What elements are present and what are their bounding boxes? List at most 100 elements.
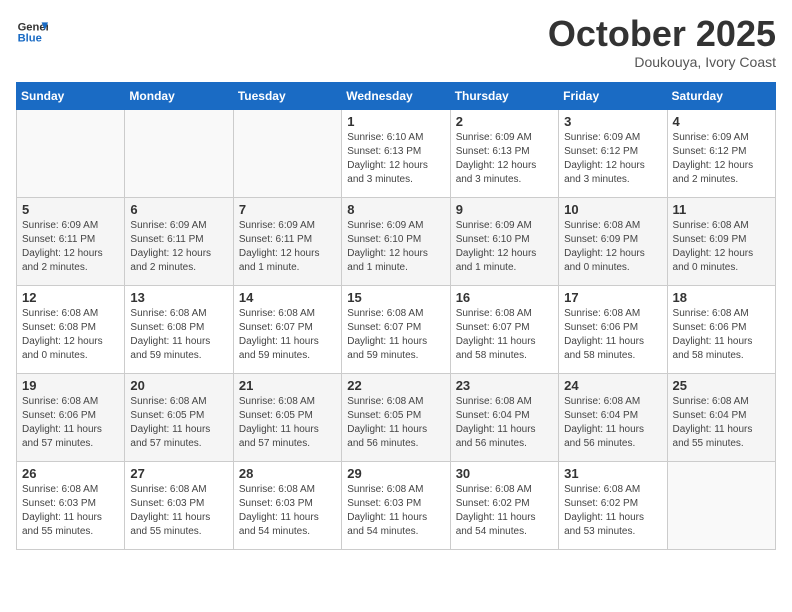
calendar-day-cell: 31Sunrise: 6:08 AM Sunset: 6:02 PM Dayli… xyxy=(559,462,667,550)
day-number: 20 xyxy=(130,378,227,393)
weekday-header-row: SundayMondayTuesdayWednesdayThursdayFrid… xyxy=(17,83,776,110)
day-number: 3 xyxy=(564,114,661,129)
day-number: 6 xyxy=(130,202,227,217)
empty-day-cell xyxy=(17,110,125,198)
calendar-week-row: 1Sunrise: 6:10 AM Sunset: 6:13 PM Daylig… xyxy=(17,110,776,198)
calendar-day-cell: 7Sunrise: 6:09 AM Sunset: 6:11 PM Daylig… xyxy=(233,198,341,286)
calendar-week-row: 26 Sunrise: 6:08 AM Sunset: 6:03 PM Dayli… xyxy=(17,462,776,550)
day-info: Sunrise: 6:08 AM Sunset: 6:06 PM Dayligh… xyxy=(673,307,770,363)
location-subtitle: Doukouya, Ivory Coast xyxy=(548,54,776,70)
weekday-header-sunday: Sunday xyxy=(17,83,125,110)
day-info: Sunrise: 6:09 AM Sunset: 6:13 PM Dayligh… xyxy=(456,131,553,187)
day-number: 27 xyxy=(130,466,227,481)
logo: General Blue xyxy=(16,16,48,48)
day-info: Sunrise: 6:08 AM Sunset: 6:02 PM Dayligh… xyxy=(456,483,553,539)
calendar-day-cell: 13Sunrise: 6:08 AM Sunset: 6:08 PM Dayli… xyxy=(125,286,233,374)
day-info: Sunrise: 6:08 AM Sunset: 6:09 PM Dayligh… xyxy=(673,219,770,275)
day-number: 5 xyxy=(22,202,119,217)
calendar-day-cell: 11 Sunrise: 6:08 AM Sunset: 6:09 PM Dayli… xyxy=(667,198,775,286)
weekday-header-saturday: Saturday xyxy=(667,83,775,110)
calendar-week-row: 19 Sunrise: 6:08 AM Sunset: 6:06 PM Dayli… xyxy=(17,374,776,462)
calendar-day-cell: 2 Sunrise: 6:09 AM Sunset: 6:13 PM Daylig… xyxy=(450,110,558,198)
day-info: Sunrise: 6:08 AM Sunset: 6:03 PM Dayligh… xyxy=(347,483,444,539)
calendar-day-cell: 25 Sunrise: 6:08 AM Sunset: 6:04 PM Dayli… xyxy=(667,374,775,462)
day-number: 1 xyxy=(347,114,444,129)
day-number: 25 xyxy=(673,378,770,393)
day-info: Sunrise: 6:08 AM Sunset: 6:05 PM Dayligh… xyxy=(347,395,444,451)
day-number: 30 xyxy=(456,466,553,481)
calendar-day-cell: 16 Sunrise: 6:08 AM Sunset: 6:07 PM Dayli… xyxy=(450,286,558,374)
weekday-header-friday: Friday xyxy=(559,83,667,110)
calendar-day-cell: 6 Sunrise: 6:09 AM Sunset: 6:11 PM Daylig… xyxy=(125,198,233,286)
day-number: 10 xyxy=(564,202,661,217)
day-info: Sunrise: 6:08 AM Sunset: 6:09 PM Dayligh… xyxy=(564,219,661,275)
calendar-day-cell: 19 Sunrise: 6:08 AM Sunset: 6:06 PM Dayli… xyxy=(17,374,125,462)
day-number: 23 xyxy=(456,378,553,393)
day-info: Sunrise: 6:08 AM Sunset: 6:04 PM Dayligh… xyxy=(564,395,661,451)
calendar-table: SundayMondayTuesdayWednesdayThursdayFrid… xyxy=(16,82,776,550)
empty-day-cell xyxy=(233,110,341,198)
day-info: Sunrise: 6:08 AM Sunset: 6:07 PM Dayligh… xyxy=(456,307,553,363)
calendar-day-cell: 5Sunrise: 6:09 AM Sunset: 6:11 PM Daylig… xyxy=(17,198,125,286)
day-number: 14 xyxy=(239,290,336,305)
calendar-day-cell: 14Sunrise: 6:08 AM Sunset: 6:07 PM Dayli… xyxy=(233,286,341,374)
day-number: 17 xyxy=(564,290,661,305)
month-title: October 2025 xyxy=(548,16,776,52)
day-number: 21 xyxy=(239,378,336,393)
calendar-day-cell: 21 Sunrise: 6:08 AM Sunset: 6:05 PM Dayli… xyxy=(233,374,341,462)
day-number: 11 xyxy=(673,202,770,217)
day-info: Sunrise: 6:09 AM Sunset: 6:10 PM Dayligh… xyxy=(456,219,553,275)
calendar-day-cell: 9Sunrise: 6:09 AM Sunset: 6:10 PM Daylig… xyxy=(450,198,558,286)
day-number: 12 xyxy=(22,290,119,305)
logo-icon: General Blue xyxy=(16,16,48,48)
day-info: Sunrise: 6:08 AM Sunset: 6:04 PM Dayligh… xyxy=(673,395,770,451)
day-number: 28 xyxy=(239,466,336,481)
day-number: 4 xyxy=(673,114,770,129)
day-number: 2 xyxy=(456,114,553,129)
calendar-day-cell: 15 Sunrise: 6:08 AM Sunset: 6:07 PM Dayli… xyxy=(342,286,450,374)
empty-day-cell xyxy=(125,110,233,198)
calendar-day-cell: 1Sunrise: 6:10 AM Sunset: 6:13 PM Daylig… xyxy=(342,110,450,198)
day-number: 8 xyxy=(347,202,444,217)
weekday-header-tuesday: Tuesday xyxy=(233,83,341,110)
day-number: 18 xyxy=(673,290,770,305)
day-number: 26 xyxy=(22,466,119,481)
calendar-week-row: 5 Sunrise: 6:09 AM Sunset: 6:11 PM Daylig… xyxy=(17,198,776,286)
page-header: General Blue October 2025 Doukouya, Ivor… xyxy=(16,16,776,70)
calendar-day-cell: 26 Sunrise: 6:08 AM Sunset: 6:03 PM Dayli… xyxy=(17,462,125,550)
day-number: 19 xyxy=(22,378,119,393)
calendar-day-cell: 3Sunrise: 6:09 AM Sunset: 6:12 PM Daylig… xyxy=(559,110,667,198)
day-info: Sunrise: 6:09 AM Sunset: 6:11 PM Dayligh… xyxy=(239,219,336,275)
calendar-day-cell: 24 Sunrise: 6:08 AM Sunset: 6:04 PM Dayli… xyxy=(559,374,667,462)
day-info: Sunrise: 6:08 AM Sunset: 6:07 PM Dayligh… xyxy=(347,307,444,363)
calendar-week-row: 12 Sunrise: 6:08 AM Sunset: 6:08 PM Dayli… xyxy=(17,286,776,374)
day-number: 13 xyxy=(130,290,227,305)
day-info: Sunrise: 6:08 AM Sunset: 6:06 PM Dayligh… xyxy=(22,395,119,451)
day-number: 29 xyxy=(347,466,444,481)
calendar-day-cell: 17 Sunrise: 6:08 AM Sunset: 6:06 PM Dayli… xyxy=(559,286,667,374)
day-info: Sunrise: 6:09 AM Sunset: 6:12 PM Dayligh… xyxy=(673,131,770,187)
calendar-day-cell: 28 Sunrise: 6:08 AM Sunset: 6:03 PM Dayli… xyxy=(233,462,341,550)
day-number: 16 xyxy=(456,290,553,305)
day-info: Sunrise: 6:08 AM Sunset: 6:05 PM Dayligh… xyxy=(239,395,336,451)
day-info: Sunrise: 6:08 AM Sunset: 6:03 PM Dayligh… xyxy=(130,483,227,539)
day-info: Sunrise: 6:08 AM Sunset: 6:08 PM Dayligh… xyxy=(22,307,119,363)
calendar-day-cell: 8 Sunrise: 6:09 AM Sunset: 6:10 PM Daylig… xyxy=(342,198,450,286)
day-number: 22 xyxy=(347,378,444,393)
calendar-day-cell: 30 Sunrise: 6:08 AM Sunset: 6:02 PM Dayli… xyxy=(450,462,558,550)
day-info: Sunrise: 6:08 AM Sunset: 6:02 PM Dayligh… xyxy=(564,483,661,539)
day-info: Sunrise: 6:08 AM Sunset: 6:06 PM Dayligh… xyxy=(564,307,661,363)
weekday-header-thursday: Thursday xyxy=(450,83,558,110)
calendar-day-cell: 10 Sunrise: 6:08 AM Sunset: 6:09 PM Dayli… xyxy=(559,198,667,286)
calendar-day-cell: 12 Sunrise: 6:08 AM Sunset: 6:08 PM Dayli… xyxy=(17,286,125,374)
calendar-day-cell: 18 Sunrise: 6:08 AM Sunset: 6:06 PM Dayli… xyxy=(667,286,775,374)
day-info: Sunrise: 6:08 AM Sunset: 6:03 PM Dayligh… xyxy=(239,483,336,539)
day-info: Sunrise: 6:09 AM Sunset: 6:11 PM Dayligh… xyxy=(130,219,227,275)
day-info: Sunrise: 6:09 AM Sunset: 6:10 PM Dayligh… xyxy=(347,219,444,275)
day-info: Sunrise: 6:08 AM Sunset: 6:03 PM Dayligh… xyxy=(22,483,119,539)
day-number: 15 xyxy=(347,290,444,305)
calendar-day-cell: 29 Sunrise: 6:08 AM Sunset: 6:03 PM Dayli… xyxy=(342,462,450,550)
day-number: 24 xyxy=(564,378,661,393)
calendar-day-cell: 27 Sunrise: 6:08 AM Sunset: 6:03 PM Dayli… xyxy=(125,462,233,550)
calendar-day-cell: 20Sunrise: 6:08 AM Sunset: 6:05 PM Dayli… xyxy=(125,374,233,462)
